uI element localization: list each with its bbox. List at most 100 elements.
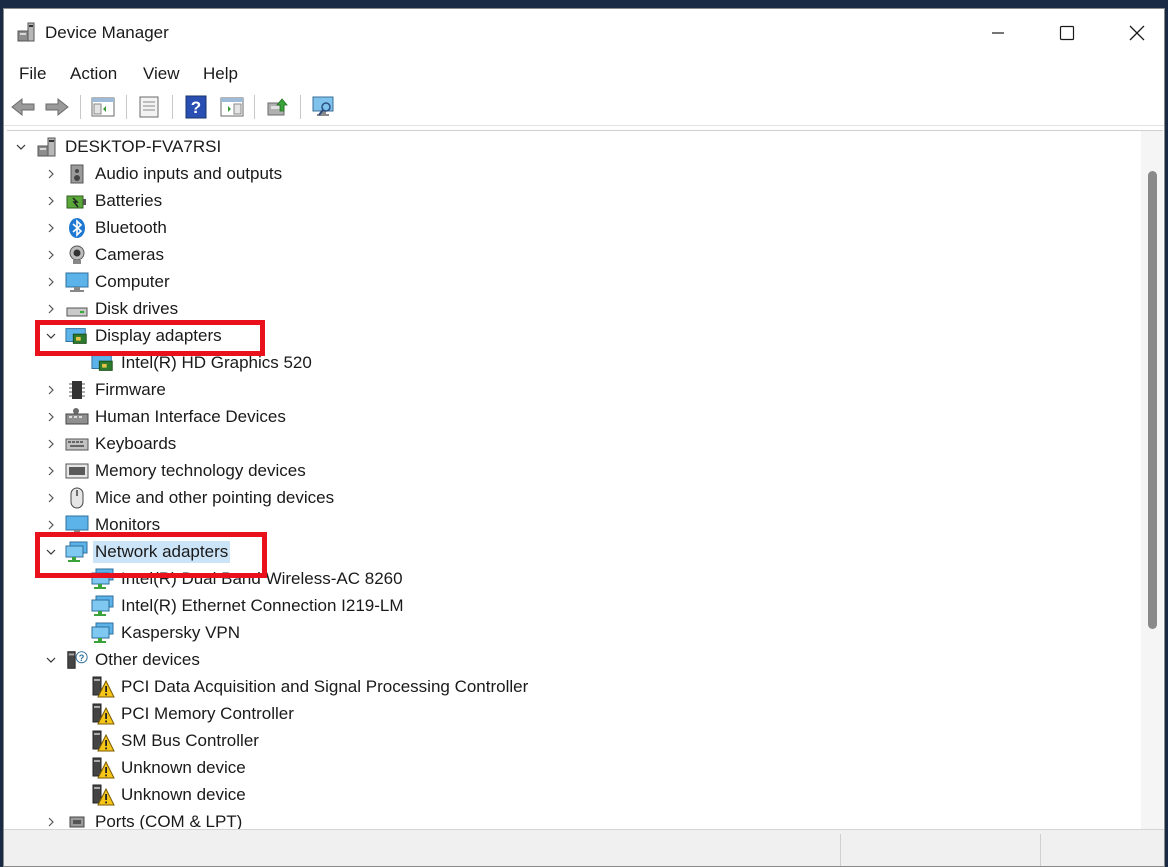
- tree-item-label[interactable]: DESKTOP-FVA7RSI: [63, 136, 223, 158]
- tree-item-label[interactable]: Ports (COM & LPT): [93, 811, 244, 830]
- tree-category-item[interactable]: Network adapters: [43, 538, 231, 565]
- tree-item-label[interactable]: Mice and other pointing devices: [93, 487, 336, 509]
- tree-device-item[interactable]: Intel(R) HD Graphics 520: [69, 349, 314, 376]
- tree-category-item[interactable]: Human Interface Devices: [43, 403, 288, 430]
- tree-item-label[interactable]: Monitors: [93, 514, 162, 536]
- tree-item-label[interactable]: PCI Data Acquisition and Signal Processi…: [119, 676, 530, 698]
- chevron-right-icon[interactable]: [43, 247, 59, 263]
- title-bar[interactable]: Device Manager: [4, 9, 1164, 57]
- tree-device-item[interactable]: PCI Data Acquisition and Signal Processi…: [69, 673, 530, 700]
- chevron-right-icon[interactable]: [43, 274, 59, 290]
- tree-category-item[interactable]: Cameras: [43, 241, 166, 268]
- tree-category-item[interactable]: Mice and other pointing devices: [43, 484, 336, 511]
- tree-item-label[interactable]: Disk drives: [93, 298, 180, 320]
- close-button[interactable]: [1114, 9, 1160, 57]
- tree-item-label[interactable]: Cameras: [93, 244, 166, 266]
- tree-category-item[interactable]: Firmware: [43, 376, 168, 403]
- chevron-right-icon[interactable]: [43, 517, 59, 533]
- minimize-button[interactable]: [975, 9, 1021, 57]
- warning-device-icon: [91, 756, 115, 780]
- chevron-right-icon[interactable]: [43, 193, 59, 209]
- tree-category-item[interactable]: Display adapters: [43, 322, 224, 349]
- toolbar-separator: [254, 95, 255, 119]
- chevron-right-icon[interactable]: [43, 301, 59, 317]
- menu-view[interactable]: View: [143, 64, 180, 84]
- tree-category-item[interactable]: Bluetooth: [43, 214, 169, 241]
- tree-device-item[interactable]: PCI Memory Controller: [69, 700, 296, 727]
- chevron-right-icon[interactable]: [43, 382, 59, 398]
- monitor-icon: [65, 513, 89, 537]
- update-driver-button[interactable]: [263, 93, 293, 121]
- device-manager-icon: [17, 22, 35, 42]
- device-tree-panel: DESKTOP-FVA7RSI Audio inputs and outputs B…: [7, 130, 1163, 829]
- toolbar-separator: [172, 95, 173, 119]
- tree-item-label[interactable]: Display adapters: [93, 325, 224, 347]
- tree-item-label[interactable]: Keyboards: [93, 433, 178, 455]
- maximize-button[interactable]: [1044, 9, 1090, 57]
- chevron-down-icon[interactable]: [43, 652, 59, 668]
- toolbar: ?: [4, 89, 1164, 126]
- chevron-right-icon[interactable]: [43, 814, 59, 830]
- scan-hardware-button[interactable]: [309, 93, 339, 121]
- tree-category-item[interactable]: Disk drives: [43, 295, 180, 322]
- chevron-right-icon[interactable]: [43, 166, 59, 182]
- tree-item-label[interactable]: Kaspersky VPN: [119, 622, 242, 644]
- tree-category-item[interactable]: Ports (COM & LPT): [43, 808, 244, 829]
- device-tree[interactable]: DESKTOP-FVA7RSI Audio inputs and outputs B…: [7, 131, 1141, 829]
- tree-category-item[interactable]: Audio inputs and outputs: [43, 160, 284, 187]
- tree-category-item[interactable]: Memory technology devices: [43, 457, 308, 484]
- tree-device-item[interactable]: Kaspersky VPN: [69, 619, 242, 646]
- tree-category-item[interactable]: Keyboards: [43, 430, 178, 457]
- unknown-device-icon: ?: [65, 648, 89, 672]
- tree-device-item[interactable]: Unknown device: [69, 781, 248, 808]
- back-button[interactable]: [8, 93, 38, 121]
- tree-item-label[interactable]: Other devices: [93, 649, 202, 671]
- help-button[interactable]: ?: [181, 93, 211, 121]
- tree-item-label[interactable]: PCI Memory Controller: [119, 703, 296, 725]
- show-hide-console-tree-button[interactable]: [88, 93, 118, 121]
- chevron-right-icon[interactable]: [43, 463, 59, 479]
- tree-item-label[interactable]: Computer: [93, 271, 172, 293]
- tree-category-item[interactable]: Batteries: [43, 187, 164, 214]
- tree-device-item[interactable]: Intel(R) Ethernet Connection I219-LM: [69, 592, 406, 619]
- warning-device-icon: [91, 783, 115, 807]
- toolbar-separator: [300, 95, 301, 119]
- chevron-right-icon[interactable]: [43, 490, 59, 506]
- tree-root[interactable]: DESKTOP-FVA7RSI: [13, 133, 223, 160]
- tree-category-item[interactable]: Monitors: [43, 511, 162, 538]
- tree-item-label[interactable]: Firmware: [93, 379, 168, 401]
- vertical-scrollbar[interactable]: [1141, 131, 1163, 829]
- tree-item-label[interactable]: Intel(R) HD Graphics 520: [119, 352, 314, 374]
- properties-button[interactable]: [134, 93, 164, 121]
- menu-file[interactable]: File: [19, 64, 46, 84]
- tree-item-label[interactable]: Bluetooth: [93, 217, 169, 239]
- tree-item-label[interactable]: SM Bus Controller: [119, 730, 261, 752]
- chevron-down-icon[interactable]: [13, 139, 29, 155]
- menu-help[interactable]: Help: [203, 64, 238, 84]
- tree-item-label[interactable]: Memory technology devices: [93, 460, 308, 482]
- chevron-right-icon[interactable]: [43, 409, 59, 425]
- tree-item-label[interactable]: Network adapters: [93, 540, 231, 563]
- tree-category-item[interactable]: Computer: [43, 268, 172, 295]
- chevron-right-icon[interactable]: [43, 436, 59, 452]
- tree-item-label[interactable]: Unknown device: [119, 784, 248, 806]
- tree-device-item[interactable]: SM Bus Controller: [69, 727, 261, 754]
- action-pane-button[interactable]: [217, 93, 247, 121]
- tree-item-label[interactable]: Unknown device: [119, 757, 248, 779]
- tree-item-label[interactable]: Intel(R) Dual Band Wireless-AC 8260: [119, 568, 405, 590]
- tree-category-item[interactable]: ? Other devices: [43, 646, 202, 673]
- tree-item-label[interactable]: Audio inputs and outputs: [93, 163, 284, 185]
- tree-item-label[interactable]: Batteries: [93, 190, 164, 212]
- tree-item-label[interactable]: Intel(R) Ethernet Connection I219-LM: [119, 595, 406, 617]
- chevron-down-icon[interactable]: [43, 544, 59, 560]
- chevron-down-icon[interactable]: [43, 328, 59, 344]
- tree-device-item[interactable]: Unknown device: [69, 754, 248, 781]
- forward-button[interactable]: [42, 93, 72, 121]
- tree-item-label[interactable]: Human Interface Devices: [93, 406, 288, 428]
- scrollbar-thumb[interactable]: [1148, 171, 1157, 629]
- menu-action[interactable]: Action: [70, 64, 117, 84]
- tree-device-item[interactable]: Intel(R) Dual Band Wireless-AC 8260: [69, 565, 405, 592]
- chevron-right-icon[interactable]: [43, 220, 59, 236]
